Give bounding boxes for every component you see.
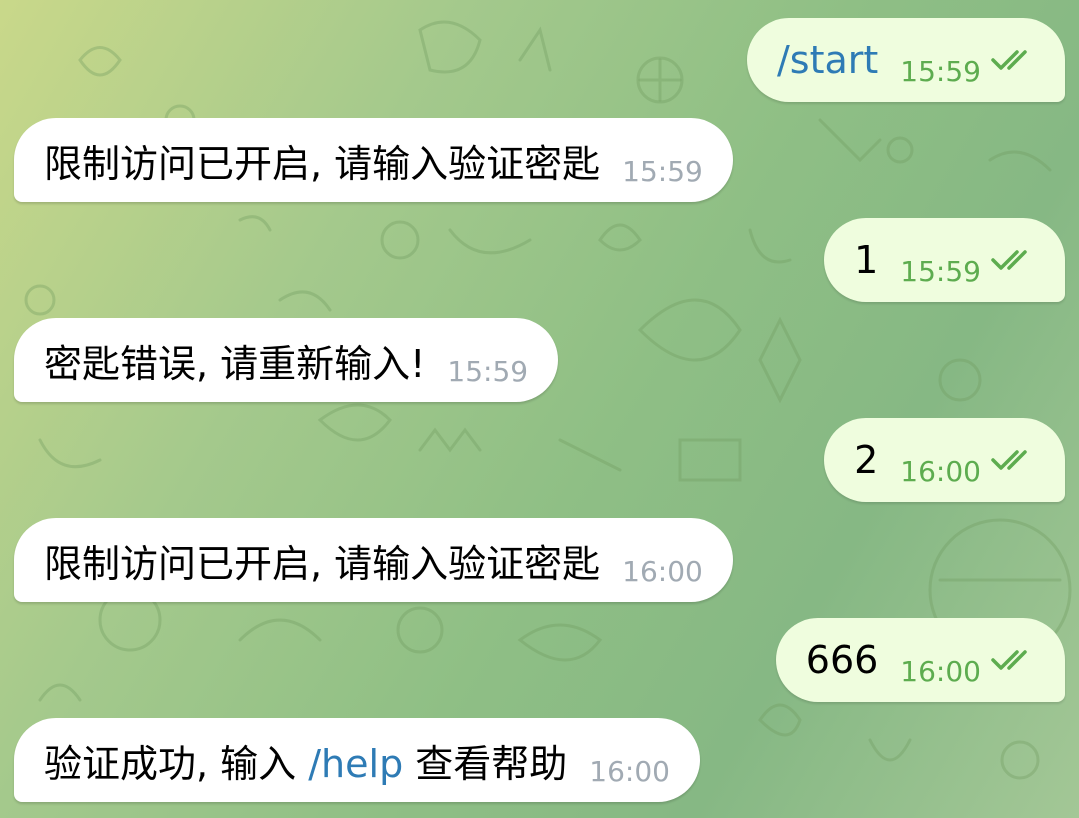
message-time: 16:00 <box>900 454 981 488</box>
message-text: 限制访问已开启, 请输入验证密匙 <box>44 141 601 186</box>
help-command-link[interactable]: /help <box>308 742 403 786</box>
command-text[interactable]: /start <box>777 38 878 82</box>
message-time: 15:59 <box>900 54 981 88</box>
message-time: 16:00 <box>622 554 703 588</box>
message-text: 验证成功, 输入 /help 查看帮助 <box>44 733 567 788</box>
double-check-icon <box>991 449 1035 471</box>
message-text: 666 <box>805 638 879 682</box>
double-check-icon <box>991 249 1035 271</box>
incoming-message[interactable]: 验证成功, 输入 /help 查看帮助 16:00 <box>14 718 700 802</box>
message-time: 16:00 <box>900 654 981 688</box>
message-text: 1 <box>854 238 879 282</box>
double-check-icon <box>991 649 1035 671</box>
message-text-before: 验证成功, 输入 <box>44 741 309 786</box>
double-check-icon <box>991 49 1035 71</box>
message-text: 密匙错误, 请重新输入! <box>44 341 426 386</box>
incoming-message[interactable]: 限制访问已开启, 请输入验证密匙 16:00 <box>14 518 733 602</box>
message-text: 限制访问已开启, 请输入验证密匙 <box>44 541 601 586</box>
outgoing-message[interactable]: /start 15:59 <box>746 18 1065 102</box>
outgoing-message[interactable]: 666 16:00 <box>775 618 1065 702</box>
incoming-message[interactable]: 密匙错误, 请重新输入! 15:59 <box>14 318 559 402</box>
message-text: 2 <box>854 438 879 482</box>
message-time: 16:00 <box>589 754 670 788</box>
message-time: 15:59 <box>447 354 529 388</box>
message-time: 15:59 <box>622 154 703 188</box>
message-time: 15:59 <box>900 254 981 288</box>
outgoing-message[interactable]: 1 15:59 <box>824 218 1065 302</box>
incoming-message[interactable]: 限制访问已开启, 请输入验证密匙 15:59 <box>14 118 733 202</box>
message-text-after: 查看帮助 <box>403 741 568 786</box>
chat-background: /start 15:59 限制访问已开启, 请输入验证密匙 15:59 1 15… <box>0 0 1079 818</box>
outgoing-message[interactable]: 2 16:00 <box>824 418 1065 502</box>
